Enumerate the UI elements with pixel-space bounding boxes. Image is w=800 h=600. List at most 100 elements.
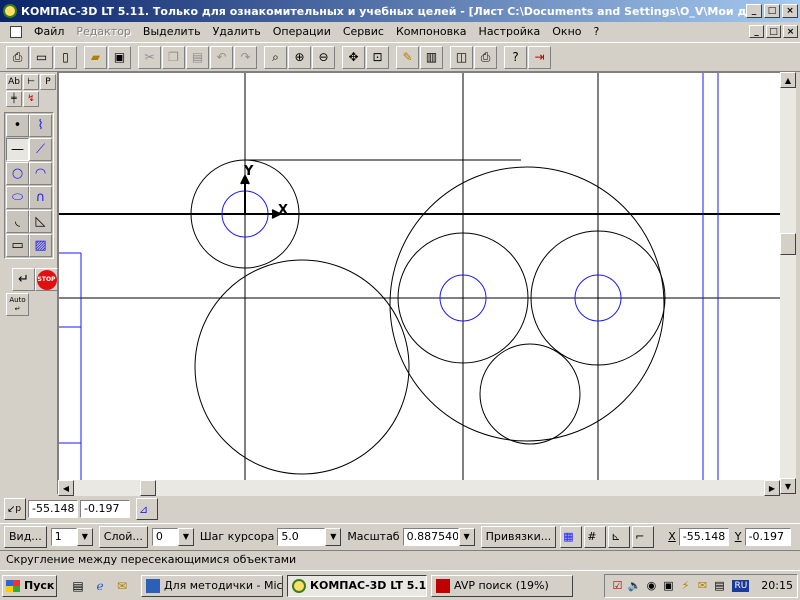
print-setup-icon[interactable]: ⎙ bbox=[6, 45, 29, 69]
menu-help[interactable]: ? bbox=[588, 25, 606, 38]
show-desktop-icon[interactable]: ▤ bbox=[69, 577, 87, 595]
cursor-step-select[interactable]: 5.0 ▼ bbox=[277, 527, 342, 546]
open-folder-icon[interactable]: ▰ bbox=[84, 45, 107, 69]
network-tray-icon[interactable]: ▣ bbox=[660, 578, 676, 594]
y-field[interactable]: -0.197 bbox=[744, 527, 791, 546]
grid-icon[interactable]: # bbox=[584, 525, 607, 548]
maximize-button[interactable]: □ bbox=[764, 4, 780, 18]
internet-explorer-icon[interactable]: ℯ bbox=[91, 577, 109, 595]
task-kompas[interactable]: КОМПАС-3D LT 5.1... bbox=[287, 574, 427, 597]
hatch-icon[interactable]: ▨ bbox=[29, 234, 52, 257]
task-avp[interactable]: AVP поиск (19%) bbox=[431, 574, 573, 597]
chevron-down-icon[interactable]: ▼ bbox=[177, 527, 194, 546]
chamfer-icon[interactable]: ◺ bbox=[29, 210, 52, 233]
spline-icon[interactable]: ∩ bbox=[29, 186, 52, 209]
circle-large-left[interactable] bbox=[194, 259, 410, 475]
coord-x-field[interactable]: -55.148 bbox=[28, 500, 78, 518]
close-button[interactable]: × bbox=[782, 4, 798, 18]
drawing-canvas[interactable]: Y X bbox=[58, 72, 780, 480]
properties-icon[interactable]: ✎ bbox=[396, 45, 419, 69]
disk-tray-icon[interactable]: ◉ bbox=[643, 578, 659, 594]
view-select-value[interactable]: 1 bbox=[50, 527, 77, 546]
x-field[interactable]: -55.148 bbox=[678, 527, 729, 546]
vertical-scroll-thumb[interactable] bbox=[780, 233, 796, 255]
auxiliary-line-icon[interactable]: ⌇ bbox=[29, 114, 52, 137]
document-system-icon[interactable] bbox=[10, 25, 22, 38]
outlook-icon[interactable]: ✉ bbox=[113, 577, 131, 595]
arc-icon[interactable]: ◠ bbox=[29, 162, 52, 185]
zoom-in-icon[interactable]: ⊕ bbox=[288, 45, 311, 69]
parametric-mode-icon[interactable]: ╪ bbox=[6, 91, 22, 107]
ortho-mode-icon[interactable]: ⌐ bbox=[632, 525, 655, 548]
preview-icon[interactable]: ◫ bbox=[450, 45, 473, 69]
view-select[interactable]: 1 ▼ bbox=[50, 527, 93, 546]
measure-mode-icon[interactable]: ↯ bbox=[23, 91, 39, 107]
chevron-down-icon[interactable]: ▼ bbox=[458, 527, 475, 546]
volume-icon[interactable]: 🔈 bbox=[626, 578, 642, 594]
scale-value[interactable]: 0.887540 bbox=[402, 527, 459, 546]
task-word[interactable]: Для методички - Mic... bbox=[141, 574, 283, 597]
layer-button[interactable]: Слой... bbox=[98, 525, 148, 548]
menu-select[interactable]: Выделить bbox=[137, 25, 207, 38]
menu-operations[interactable]: Операции bbox=[267, 25, 337, 38]
chevron-down-icon[interactable]: ▼ bbox=[325, 527, 342, 546]
help-icon[interactable]: ? bbox=[504, 45, 527, 69]
grid-snap-icon[interactable]: ▦ bbox=[560, 525, 583, 548]
copy-icon[interactable]: ❐ bbox=[162, 45, 185, 69]
stop-button[interactable]: STOP bbox=[35, 268, 58, 291]
undo-icon[interactable]: ↶ bbox=[210, 45, 233, 69]
menu-layout[interactable]: Компоновка bbox=[390, 25, 473, 38]
menu-window[interactable]: Окно bbox=[546, 25, 587, 38]
menu-file[interactable]: Файл bbox=[28, 25, 70, 38]
circle-bottom[interactable] bbox=[479, 343, 581, 445]
cursor-step-value[interactable]: 5.0 bbox=[277, 527, 326, 546]
snaps-button[interactable]: Привязки... bbox=[480, 525, 557, 548]
start-button[interactable]: Пуск bbox=[2, 574, 57, 597]
layers-icon[interactable]: ▥ bbox=[420, 45, 443, 69]
coord-y-field[interactable]: -0.197 bbox=[80, 500, 130, 518]
scroll-left-button[interactable]: ◀ bbox=[58, 480, 74, 496]
mail-tray-icon[interactable]: ✉ bbox=[694, 578, 710, 594]
scroll-up-button[interactable]: ▲ bbox=[780, 72, 796, 88]
ellipse-icon[interactable]: ⬭ bbox=[6, 186, 29, 209]
menu-service[interactable]: Сервис bbox=[337, 25, 390, 38]
doc-close-button[interactable]: × bbox=[783, 25, 798, 38]
view-button[interactable]: Вид... bbox=[4, 525, 47, 548]
segment-icon[interactable]: — bbox=[6, 138, 29, 161]
kompas-app-icon[interactable] bbox=[3, 4, 17, 18]
dimension-mode-icon[interactable]: ⊢ bbox=[23, 74, 39, 90]
doc-minimize-button[interactable]: _ bbox=[749, 25, 764, 38]
redo-icon[interactable]: ↷ bbox=[234, 45, 257, 69]
fillet-icon[interactable]: ◟ bbox=[6, 210, 29, 233]
snap-angle-icon[interactable]: ⊿ bbox=[136, 498, 158, 520]
point-icon[interactable]: • bbox=[6, 114, 29, 137]
zoom-all-icon[interactable]: ⊡ bbox=[366, 45, 389, 69]
power-tray-icon[interactable]: ⚡ bbox=[677, 578, 693, 594]
minimize-button[interactable]: _ bbox=[746, 4, 762, 18]
vertical-scrollbar[interactable]: ▲ ▼ bbox=[780, 72, 796, 494]
menu-editor[interactable]: Редактор bbox=[70, 25, 137, 38]
coords-mode-icon[interactable]: ↙ р bbox=[4, 498, 26, 520]
doc-restore-button[interactable]: □ bbox=[766, 25, 781, 38]
new-sheet-icon[interactable]: ▭ bbox=[30, 45, 53, 69]
zoom-window-icon[interactable]: ⌕ bbox=[264, 45, 287, 69]
antivirus-tray-icon[interactable]: ☑ bbox=[609, 578, 625, 594]
language-indicator[interactable]: RU bbox=[732, 579, 750, 592]
exit-icon[interactable]: ⇥ bbox=[528, 45, 551, 69]
cut-icon[interactable]: ✂ bbox=[138, 45, 161, 69]
continuous-segment-icon[interactable]: ⟋ bbox=[29, 138, 52, 161]
menu-settings[interactable]: Настройка bbox=[473, 25, 547, 38]
text-mode-icon[interactable]: Аb bbox=[6, 74, 22, 90]
horizontal-scroll-thumb[interactable] bbox=[140, 480, 156, 496]
new-document-icon[interactable]: ▯ bbox=[54, 45, 77, 69]
circle-large-right[interactable] bbox=[389, 166, 665, 442]
horizontal-scrollbar[interactable]: ◀ ▶ bbox=[58, 480, 780, 496]
save-icon[interactable]: ▣ bbox=[108, 45, 131, 69]
menu-delete[interactable]: Удалить bbox=[207, 25, 267, 38]
chevron-down-icon[interactable]: ▼ bbox=[76, 527, 93, 546]
print-icon[interactable]: ⎙ bbox=[474, 45, 497, 69]
layer-select[interactable]: 0 ▼ bbox=[151, 527, 194, 546]
edit-mode-icon[interactable]: Р bbox=[40, 74, 56, 90]
paste-icon[interactable]: ▤ bbox=[186, 45, 209, 69]
local-cs-icon[interactable]: ⊾ bbox=[608, 525, 631, 548]
